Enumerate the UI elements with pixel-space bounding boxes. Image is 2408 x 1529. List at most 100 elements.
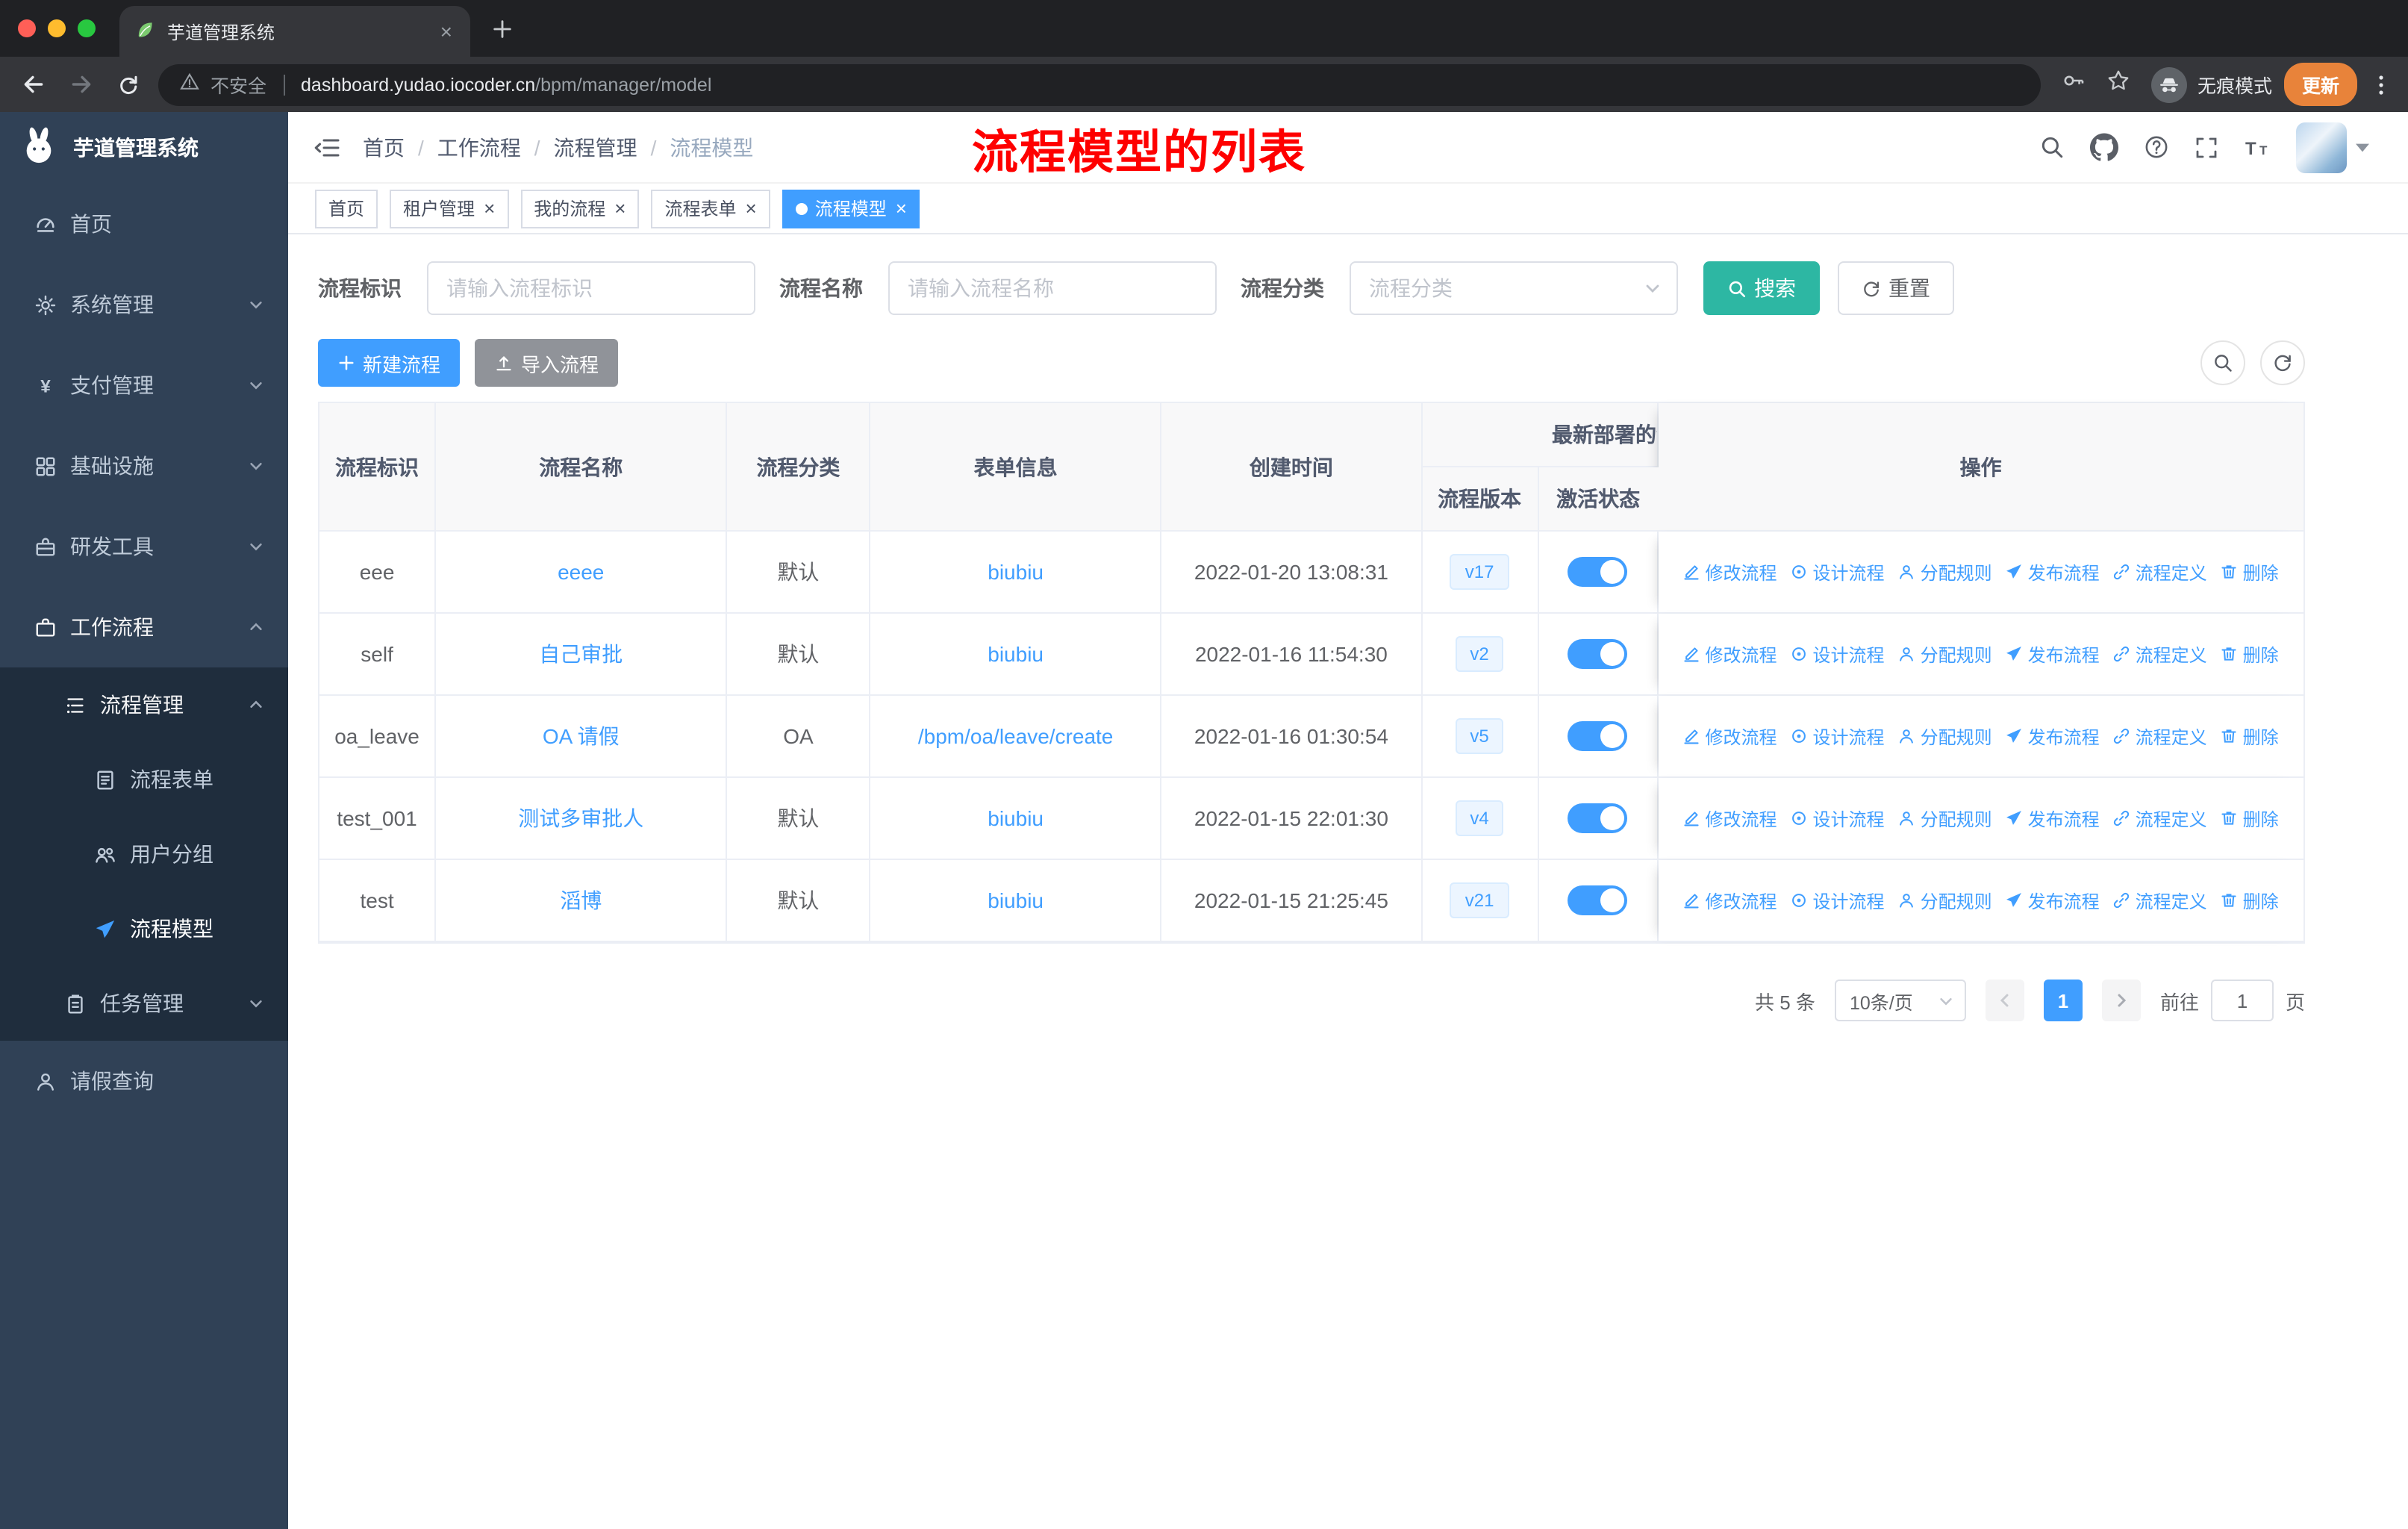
- search-icon[interactable]: [2039, 134, 2065, 160]
- breadcrumb-item[interactable]: 首页: [363, 132, 405, 162]
- action-design-link[interactable]: 设计流程: [1791, 723, 1885, 749]
- action-assign-link[interactable]: 分配规则: [1898, 641, 1992, 667]
- breadcrumb-item[interactable]: 工作流程: [437, 132, 521, 162]
- tag-item[interactable]: 流程表单 ×: [651, 189, 770, 228]
- process-name-link[interactable]: OA 请假: [543, 724, 620, 748]
- show-search-button[interactable]: [2200, 340, 2245, 385]
- create-process-button[interactable]: 新建流程: [318, 339, 461, 387]
- form-info-link[interactable]: /bpm/oa/leave/create: [918, 724, 1114, 748]
- forward-icon[interactable]: [63, 66, 99, 102]
- minimize-window-button[interactable]: [48, 19, 66, 37]
- user-menu[interactable]: [2296, 122, 2369, 172]
- action-publish-link[interactable]: 发布流程: [2006, 559, 2100, 585]
- action-publish-link[interactable]: 发布流程: [2006, 888, 2100, 913]
- action-assign-link[interactable]: 分配规则: [1898, 888, 1992, 913]
- action-definition-link[interactable]: 流程定义: [2113, 806, 2207, 831]
- process-key-input[interactable]: [427, 261, 755, 315]
- action-assign-link[interactable]: 分配规则: [1898, 559, 1992, 585]
- tag-item[interactable]: 流程模型 ×: [782, 189, 920, 228]
- form-info-link[interactable]: biubiu: [988, 806, 1044, 830]
- reload-icon[interactable]: [110, 66, 146, 102]
- process-name-input[interactable]: [888, 261, 1217, 315]
- tag-item[interactable]: 租户管理 ×: [390, 189, 509, 228]
- action-publish-link[interactable]: 发布流程: [2006, 723, 2100, 749]
- action-edit-link[interactable]: 修改流程: [1683, 559, 1777, 585]
- sidebar-item[interactable]: 用户分组: [0, 817, 288, 891]
- action-assign-link[interactable]: 分配规则: [1898, 723, 1992, 749]
- browser-tab[interactable]: 芋道管理系统 ×: [119, 6, 470, 57]
- sidebar-item[interactable]: ¥ 支付管理: [0, 345, 288, 426]
- key-icon[interactable]: [2062, 69, 2086, 100]
- sidebar-item[interactable]: 工作流程: [0, 587, 288, 667]
- tag-item[interactable]: 首页: [315, 189, 378, 228]
- action-delete-link[interactable]: 删除: [2221, 723, 2279, 749]
- security-label[interactable]: 不安全: [210, 70, 266, 99]
- process-name-link[interactable]: 滔博: [560, 888, 602, 912]
- sidebar-item[interactable]: 系统管理: [0, 264, 288, 345]
- tag-item[interactable]: 我的流程 ×: [520, 189, 640, 228]
- next-page-button[interactable]: [2101, 980, 2141, 1021]
- form-info-link[interactable]: biubiu: [988, 642, 1044, 666]
- sidebar-fold-icon[interactable]: [314, 134, 340, 161]
- status-toggle[interactable]: [1568, 639, 1628, 669]
- prev-page-button[interactable]: [1985, 980, 2024, 1021]
- action-assign-link[interactable]: 分配规则: [1898, 806, 1992, 831]
- action-design-link[interactable]: 设计流程: [1791, 641, 1885, 667]
- action-delete-link[interactable]: 删除: [2221, 559, 2279, 585]
- sidebar-item[interactable]: 基础设施: [0, 426, 288, 506]
- sidebar-item[interactable]: 流程管理: [0, 667, 288, 742]
- import-process-button[interactable]: 导入流程: [475, 339, 619, 387]
- action-definition-link[interactable]: 流程定义: [2113, 723, 2207, 749]
- action-edit-link[interactable]: 修改流程: [1683, 641, 1777, 667]
- process-name-link[interactable]: 自己审批: [539, 642, 623, 666]
- action-publish-link[interactable]: 发布流程: [2006, 641, 2100, 667]
- status-toggle[interactable]: [1568, 803, 1628, 833]
- process-name-link[interactable]: 测试多审批人: [518, 806, 643, 830]
- help-icon[interactable]: [2144, 134, 2169, 160]
- close-icon[interactable]: ×: [614, 199, 626, 218]
- status-toggle[interactable]: [1568, 885, 1628, 915]
- status-toggle[interactable]: [1568, 721, 1628, 751]
- action-edit-link[interactable]: 修改流程: [1683, 888, 1777, 913]
- tab-close-icon[interactable]: ×: [437, 21, 455, 42]
- browser-menu-icon[interactable]: [2369, 72, 2393, 96]
- star-icon[interactable]: [2106, 69, 2130, 100]
- maximize-window-button[interactable]: [78, 19, 96, 37]
- font-size-icon[interactable]: TT: [2244, 134, 2271, 161]
- sidebar-item[interactable]: 请假查询: [0, 1041, 288, 1121]
- app-logo[interactable]: 芋道管理系统: [0, 112, 288, 184]
- address-bar[interactable]: 不安全 dashboard.yudao.iocoder.cn/bpm/manag…: [158, 63, 2041, 105]
- close-icon[interactable]: ×: [484, 199, 495, 218]
- refresh-table-button[interactable]: [2260, 340, 2305, 385]
- action-definition-link[interactable]: 流程定义: [2113, 888, 2207, 913]
- github-icon[interactable]: [2090, 133, 2118, 161]
- avatar[interactable]: [2296, 122, 2347, 172]
- action-design-link[interactable]: 设计流程: [1791, 888, 1885, 913]
- breadcrumb-item[interactable]: 流程管理: [554, 132, 637, 162]
- reset-button[interactable]: 重置: [1838, 261, 1954, 315]
- incognito-indicator[interactable]: 无痕模式: [2150, 66, 2272, 102]
- fullscreen-icon[interactable]: [2195, 135, 2218, 159]
- category-select[interactable]: 流程分类: [1350, 261, 1678, 315]
- close-icon[interactable]: ×: [896, 199, 907, 218]
- action-delete-link[interactable]: 删除: [2221, 806, 2279, 831]
- close-icon[interactable]: ×: [746, 199, 757, 218]
- form-info-link[interactable]: biubiu: [988, 560, 1044, 584]
- status-toggle[interactable]: [1568, 557, 1628, 587]
- action-definition-link[interactable]: 流程定义: [2113, 559, 2207, 585]
- sidebar-item[interactable]: 任务管理: [0, 966, 288, 1041]
- action-design-link[interactable]: 设计流程: [1791, 806, 1885, 831]
- action-edit-link[interactable]: 修改流程: [1683, 806, 1777, 831]
- sidebar-item[interactable]: 流程表单: [0, 742, 288, 817]
- close-window-button[interactable]: [18, 19, 36, 37]
- action-publish-link[interactable]: 发布流程: [2006, 806, 2100, 831]
- sidebar-item[interactable]: 流程模型: [0, 891, 288, 966]
- form-info-link[interactable]: biubiu: [988, 888, 1044, 912]
- back-icon[interactable]: [15, 66, 51, 102]
- action-definition-link[interactable]: 流程定义: [2113, 641, 2207, 667]
- current-page-button[interactable]: 1: [2043, 980, 2083, 1021]
- action-edit-link[interactable]: 修改流程: [1683, 723, 1777, 749]
- sidebar-item[interactable]: 研发工具: [0, 506, 288, 587]
- action-delete-link[interactable]: 删除: [2221, 641, 2279, 667]
- process-name-link[interactable]: eeee: [558, 560, 604, 584]
